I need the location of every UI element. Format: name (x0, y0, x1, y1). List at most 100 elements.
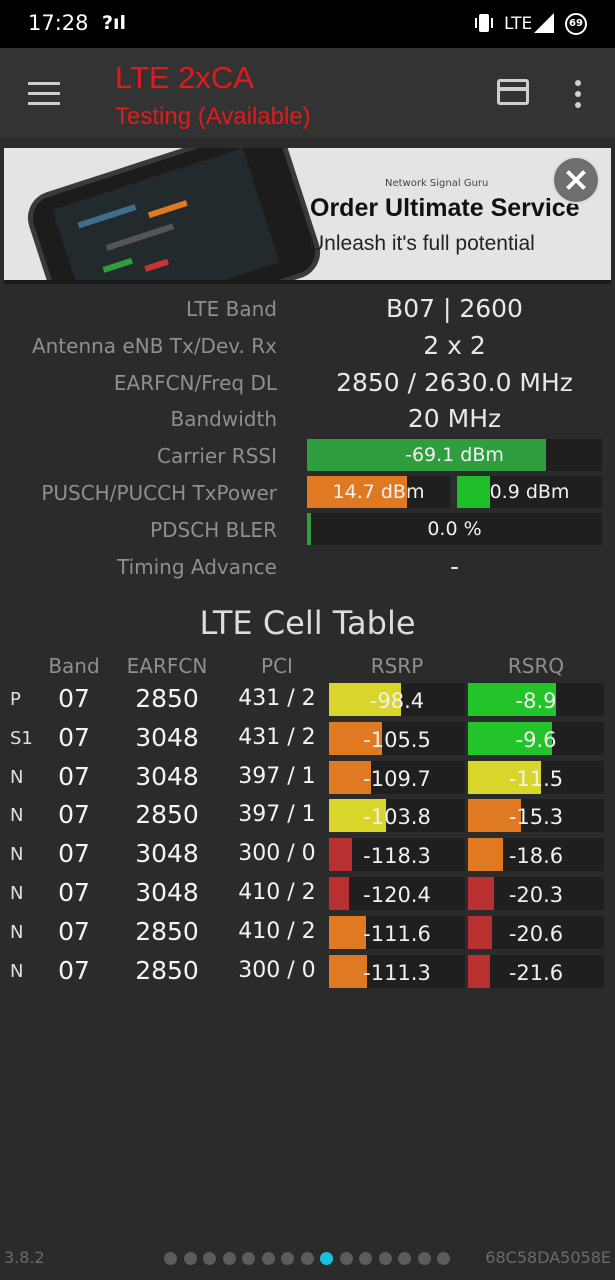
page-dot[interactable] (222, 1252, 236, 1265)
rsrq-bar: -8.9 (468, 683, 604, 716)
pusch-bar: 14.7 dBm (307, 475, 450, 508)
app-bar: LTE 2xCA Testing (Available) (0, 48, 615, 138)
rsrq-bar: -20.3 (468, 877, 604, 910)
cell-earfcn: 2850 (135, 916, 199, 946)
rsrq-value: -21.6 (508, 960, 564, 985)
rsrq-value: -9.6 (515, 727, 557, 752)
page-subtitle: Testing (Available) (115, 103, 311, 130)
page-dot[interactable] (242, 1252, 255, 1265)
device-serial: 68C58DA5058E (485, 1248, 611, 1267)
cell-earfcn: 3048 (135, 761, 199, 791)
ad-tagline: Unleash it's full potential (309, 232, 535, 255)
rsrq-bar: -20.6 (468, 915, 604, 949)
rsrp-bar: -103.8 (329, 799, 465, 833)
rsrq-bar: -21.6 (468, 954, 604, 988)
rsrp-value: -109.7 (363, 766, 431, 791)
cell-earfcn: 3048 (135, 878, 199, 907)
info-value: 2 x 2 (423, 330, 486, 360)
close-icon[interactable] (552, 156, 600, 204)
page-dot[interactable] (164, 1252, 177, 1265)
table-row: P 07 2850 431 / 2 -98.4 -8.9 (0, 681, 615, 720)
pusch-value: 14.7 dBm (332, 480, 425, 503)
rsrp-bar: -105.5 (329, 721, 465, 755)
rsrq-value: -18.6 (508, 844, 564, 869)
app-version: 3.8.2 (4, 1248, 45, 1267)
rsrq-value: -11.5 (508, 766, 564, 791)
page-title: LTE 2xCA (115, 60, 254, 95)
menu-icon[interactable] (28, 82, 60, 106)
header-rsrp: RSRP (370, 654, 424, 678)
header-band: Band (48, 654, 100, 678)
page-dot[interactable] (417, 1252, 431, 1265)
table-row: N 07 3048 410 / 2 -120.4 -20.3 (0, 875, 615, 914)
info-label: Antenna eNB Tx/Dev. Rx (31, 333, 277, 358)
page-dot[interactable] (281, 1252, 294, 1265)
info-row-antenna: Antenna eNB Tx/Dev. Rx 2 x 2 (0, 329, 615, 366)
network-type: LTE (504, 14, 533, 34)
pucch-bar: 0.9 dBm (457, 475, 602, 508)
rsrq-bar: -15.3 (468, 799, 604, 833)
cell-pci: 397 / 1 (238, 802, 316, 828)
lte-info-panel: LTE Band B07 | 2600 Antenna eNB Tx/Dev. … (0, 292, 615, 586)
page-dot[interactable] (398, 1252, 411, 1265)
rsrq-bar: -18.6 (468, 838, 604, 872)
status-bar: 17:28 ?ıl LTE 69 (0, 0, 615, 48)
info-row-txpower: PUSCH/PUCCH TxPower 14.7 dBm 0.9 dBm (0, 475, 615, 513)
cell-band: 07 (58, 761, 90, 791)
rsrp-value: -111.3 (363, 960, 431, 985)
page-dot[interactable] (261, 1252, 275, 1265)
cell-band: 07 (58, 684, 90, 713)
info-row-earfcn: EARFCN/Freq DL 2850 / 2630.0 MHz (0, 366, 615, 403)
header-rsrq: RSRQ (507, 654, 565, 678)
cell-pci: 431 / 2 (238, 724, 316, 750)
ad-banner[interactable]: Network Signal Guru Order Ultimate Servi… (4, 148, 611, 284)
page-indicator[interactable] (164, 1252, 454, 1266)
rssi-value: -69.1 dBm (405, 444, 504, 467)
rsrp-value: -103.8 (363, 805, 431, 830)
cell-type: N (10, 921, 24, 943)
vibrate-icon (474, 12, 494, 34)
cell-earfcn: 3048 (135, 839, 199, 869)
cell-band: 07 (58, 800, 90, 830)
info-label: PUSCH/PUCCH TxPower (41, 480, 277, 505)
bler-bar: 0.0 % (307, 512, 602, 545)
cell-type: N (10, 805, 24, 827)
rsrq-bar: -9.6 (468, 721, 604, 755)
cell-pci: 300 / 0 (238, 957, 316, 983)
credit-card-icon[interactable] (497, 79, 529, 105)
page-dot[interactable] (437, 1252, 450, 1265)
page-dot[interactable] (320, 1252, 333, 1265)
cell-type: N (10, 883, 24, 904)
pucch-value: 0.9 dBm (489, 480, 570, 503)
page-dot[interactable] (300, 1252, 314, 1265)
bler-value: 0.0 % (427, 517, 482, 540)
cell-type: S1 (10, 727, 33, 749)
cell-earfcn: 2850 (135, 955, 199, 985)
cell-earfcn: 2850 (135, 800, 199, 830)
rsrp-bar: -120.4 (329, 877, 465, 910)
page-dot[interactable] (183, 1252, 197, 1265)
cell-type: N (10, 960, 24, 982)
more-vert-icon[interactable] (575, 80, 583, 113)
rsrp-bar: -118.3 (329, 838, 465, 872)
cell-earfcn: 3048 (135, 722, 199, 752)
page-dot[interactable] (359, 1252, 372, 1265)
cell-pci: 410 / 2 (238, 918, 316, 944)
cell-earfcn: 2850 (135, 684, 199, 713)
info-label: LTE Band (186, 297, 277, 321)
page-dot[interactable] (378, 1252, 392, 1265)
page-dot[interactable] (203, 1252, 216, 1265)
page-dot[interactable] (339, 1252, 353, 1265)
cell-band: 07 (58, 878, 90, 907)
rsrp-bar: -109.7 (329, 760, 465, 794)
rsrq-value: -20.3 (508, 883, 564, 907)
header-earfcn: EARFCN (126, 654, 208, 678)
rsrp-value: -105.5 (363, 727, 431, 752)
info-label: Carrier RSSI (157, 444, 277, 469)
info-label: Bandwidth (170, 407, 277, 432)
rsrp-value: -98.4 (369, 689, 425, 713)
info-value: 2850 / 2630.0 MHz (336, 367, 573, 397)
rssi-bar: -69.1 dBm (307, 439, 602, 472)
cell-pci: 410 / 2 (238, 880, 316, 905)
info-row-band: LTE Band B07 | 2600 (0, 292, 615, 329)
